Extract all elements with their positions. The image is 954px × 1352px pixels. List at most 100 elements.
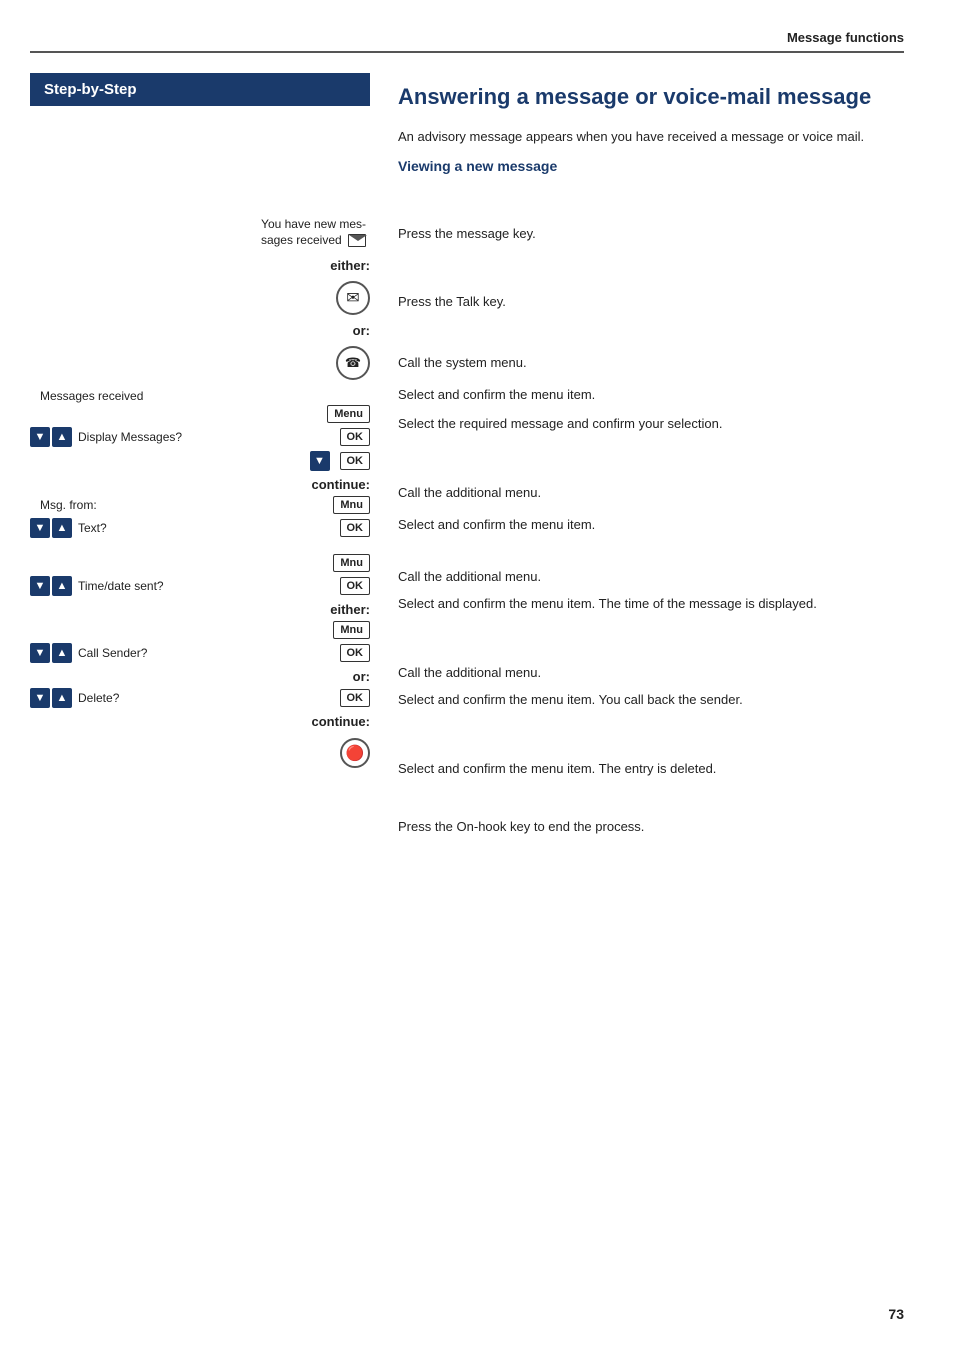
main-title: Answering a message or voice-mail messag… [398, 83, 904, 111]
call-additional-menu-2-row: Call the additional menu. [398, 562, 904, 590]
arrow-up-4[interactable]: ▲ [52, 576, 72, 596]
page: Message functions Step-by-Step You have … [0, 0, 954, 1352]
call-system-menu-row: Call the system menu. [398, 348, 904, 376]
nav-arrows-2: ▼ [310, 451, 330, 471]
delete-label: Delete? [78, 691, 340, 705]
select-confirm-1-text: Select and confirm the menu item. [398, 387, 595, 402]
display-messages-row: ▼ ▲ Display Messages? OK [30, 427, 370, 447]
either-keyword: either: [30, 258, 370, 273]
select-confirm-1-row: Select and confirm the menu item. [398, 380, 904, 408]
arrow-down-4[interactable]: ▼ [30, 576, 50, 596]
call-additional-menu-2-text: Call the additional menu. [398, 569, 541, 584]
arrow-down-5[interactable]: ▼ [30, 643, 50, 663]
press-talk-key-row: Press the Talk key. [398, 280, 904, 322]
onhook-row: 🔴 [30, 733, 370, 773]
left-spacer [30, 106, 370, 214]
continue-label2-row: continue: [30, 714, 370, 729]
mnu-btn3-row: Mnu [30, 621, 370, 639]
menu-btn-row: Menu [30, 405, 370, 423]
call-additional-menu-3-text: Call the additional menu. [398, 665, 541, 680]
display-messages-label: Display Messages? [78, 430, 340, 444]
press-message-key-text: Press the message key. [398, 226, 536, 241]
continue-label-row: continue: [30, 477, 370, 492]
select-message-row-right: Select the required message and confirm … [398, 412, 904, 452]
or-label2-row: or: [30, 669, 370, 684]
talk-key-icon[interactable]: ☎ [336, 346, 370, 380]
or-keyword-2: or: [30, 669, 370, 684]
press-onhook-text: Press the On-hook key to end the process… [398, 819, 644, 834]
select-confirm-callsender-text: Select and confirm the menu item. You ca… [398, 692, 743, 707]
call-system-menu-text: Call the system menu. [398, 355, 527, 370]
new-messages-row: You have new mes-sages received [30, 214, 370, 252]
either-label-row: either: [30, 258, 370, 273]
header-title: Message functions [787, 30, 904, 45]
page-number: 73 [888, 1306, 904, 1322]
nav-arrows-6: ▼ ▲ [30, 688, 72, 708]
ok-button-2[interactable]: OK [340, 452, 371, 470]
arrow-down-1[interactable]: ▼ [30, 427, 50, 447]
call-additional-menu-3-row: Call the additional menu. [398, 658, 904, 686]
call-additional-menu-1-text: Call the additional menu. [398, 485, 541, 500]
ok-button-1[interactable]: OK [340, 428, 371, 446]
press-message-key-row: Press the message key. [398, 212, 904, 254]
arrow-down-3[interactable]: ▼ [30, 518, 50, 538]
new-messages-text: You have new mes-sages received [261, 217, 366, 248]
menu-button[interactable]: Menu [327, 405, 370, 423]
call-additional-menu-1-row: Call the additional menu. [398, 478, 904, 506]
select-confirm-timedate-row: Select and confirm the menu item. The ti… [398, 594, 904, 634]
right-spacer-3 [398, 326, 904, 348]
main-description: An advisory message appears when you hav… [398, 127, 904, 147]
select-confirm-2-row: Select and confirm the menu item. [398, 510, 904, 538]
nav-arrows-3: ▼ ▲ [30, 518, 72, 538]
mnu-button-3[interactable]: Mnu [333, 621, 370, 639]
talk-key-row: ☎ [30, 342, 370, 384]
ok-button-4[interactable]: OK [340, 577, 371, 595]
spacer-2 [30, 542, 370, 554]
either-keyword-2: either: [30, 602, 370, 617]
left-column: Step-by-Step You have new mes-sages rece… [30, 73, 370, 850]
select-confirm-delete-row: Select and confirm the menu item. The en… [398, 754, 904, 782]
ok-button-5[interactable]: OK [340, 644, 371, 662]
or-keyword: or: [30, 323, 370, 338]
mnu-btn2-row: Mnu [30, 554, 370, 572]
right-spacer-2 [398, 258, 904, 280]
step-by-step-header: Step-by-Step [30, 73, 370, 106]
messages-received-text: Messages received [40, 389, 143, 403]
arrow-up-6[interactable]: ▲ [52, 688, 72, 708]
msg-from-row: Msg. from: Mnu [30, 496, 370, 514]
right-spacer-4 [398, 456, 904, 478]
select-confirm-callsender-row: Select and confirm the menu item. You ca… [398, 690, 904, 730]
messages-received-label: Messages received [30, 388, 370, 403]
right-column: Answering a message or voice-mail messag… [370, 73, 904, 850]
mnu-button-2[interactable]: Mnu [333, 554, 370, 572]
right-spacer-5 [398, 542, 904, 562]
ok-button-6[interactable]: OK [340, 689, 371, 707]
call-sender-label: Call Sender? [78, 646, 340, 660]
main-layout: Step-by-Step You have new mes-sages rece… [30, 73, 904, 850]
select-confirm-2-text: Select and confirm the menu item. [398, 517, 595, 532]
nav-arrows-5: ▼ ▲ [30, 643, 72, 663]
right-spacer-7 [398, 734, 904, 754]
right-spacer-1 [398, 182, 904, 212]
onhook-icon[interactable]: 🔴 [340, 738, 370, 768]
text-row: ▼ ▲ Text? OK [30, 518, 370, 538]
mail-icon [348, 234, 366, 247]
arrow-down-2[interactable]: ▼ [310, 451, 330, 471]
arrow-up-5[interactable]: ▲ [52, 643, 72, 663]
section-viewing-title: Viewing a new message [398, 158, 904, 174]
time-date-label: Time/date sent? [78, 579, 340, 593]
nav-arrows-1: ▼ ▲ [30, 427, 72, 447]
arrow-up-1[interactable]: ▲ [52, 427, 72, 447]
select-message-text: Select the required message and confirm … [398, 416, 722, 431]
continue-keyword: continue: [30, 477, 370, 492]
select-message-row: ▼ OK [30, 451, 370, 471]
arrow-down-6[interactable]: ▼ [30, 688, 50, 708]
select-confirm-delete-text: Select and confirm the menu item. The en… [398, 761, 716, 776]
mnu-button-1[interactable]: Mnu [333, 496, 370, 514]
nav-arrows-4: ▼ ▲ [30, 576, 72, 596]
continue-keyword-2: continue: [30, 714, 370, 729]
text-label: Text? [78, 521, 340, 535]
ok-button-3[interactable]: OK [340, 519, 371, 537]
message-key-icon[interactable]: ✉ [336, 281, 370, 315]
arrow-up-3[interactable]: ▲ [52, 518, 72, 538]
